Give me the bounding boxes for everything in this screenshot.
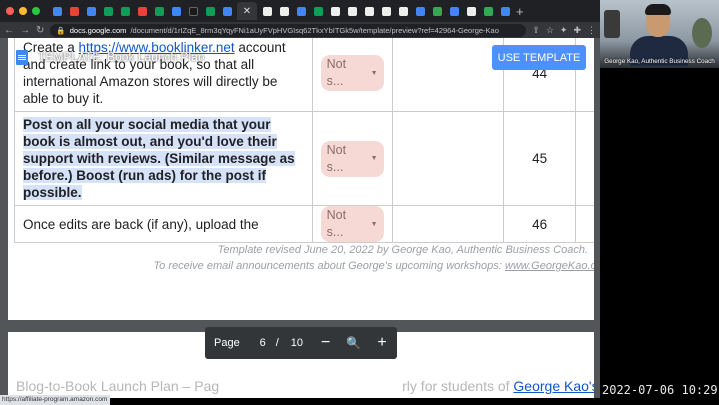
step-number-cell: 46 xyxy=(503,205,577,243)
table-row: Post on all your social media that your … xyxy=(14,111,594,206)
page-navigation-bar: Page 6 / 10 − 🔍 + xyxy=(205,327,397,359)
current-page-input[interactable]: 6 xyxy=(254,337,272,349)
browser-tab[interactable] xyxy=(203,4,217,18)
browser-tab[interactable] xyxy=(311,4,325,18)
browser-tab[interactable] xyxy=(186,4,200,18)
browser-tab[interactable] xyxy=(50,4,64,18)
browser-tab[interactable] xyxy=(152,4,166,18)
browser-tab[interactable] xyxy=(135,4,149,18)
presenter-hair xyxy=(645,4,671,15)
forward-icon[interactable]: → xyxy=(20,25,30,36)
status-dropdown[interactable]: Not s... ▼ xyxy=(320,140,384,177)
active-browser-tab-close-icon[interactable]: ✕ xyxy=(237,2,257,20)
booklinker-link[interactable]: https://www.booklinker.net xyxy=(79,40,235,55)
status-cell: Not s... ▼ xyxy=(311,38,393,112)
tab-list: ✕ xyxy=(50,2,512,20)
close-window-icon[interactable] xyxy=(6,7,14,15)
browser-tab[interactable] xyxy=(362,4,376,18)
subscribe-text: To receive email announcements about Geo… xyxy=(153,260,505,272)
blank-cell xyxy=(391,205,505,243)
browser-tab[interactable] xyxy=(84,4,98,18)
browser-tab[interactable] xyxy=(328,4,342,18)
task-text-highlighted: Post on all your social media that your … xyxy=(23,117,295,200)
webcam-overlay: George Kao, Authentic Business Coach xyxy=(600,0,719,68)
url-path: /document/d/1rIZqE_8rm3qYqyFNi1aUyFVpHVG… xyxy=(130,25,499,35)
back-icon[interactable]: ← xyxy=(4,25,14,36)
browser-tab[interactable] xyxy=(101,4,115,18)
timestamp-clock: 2022-07-06 10:29:46 xyxy=(602,383,719,397)
page-footer-text: Blog-to-Book Launch Plan – Pag rly for st… xyxy=(16,378,594,394)
browser-tab[interactable] xyxy=(220,4,234,18)
window-controls xyxy=(0,7,40,15)
browser-tab[interactable] xyxy=(67,4,81,18)
url-host: docs.google.com xyxy=(69,25,127,35)
browser-tab[interactable] xyxy=(481,4,495,18)
browser-tab[interactable] xyxy=(277,4,291,18)
zoom-in-button[interactable]: + xyxy=(377,334,386,352)
browser-tab[interactable] xyxy=(430,4,444,18)
task-cell: Create a https://www.booklinker.net acco… xyxy=(14,38,313,112)
browser-tab[interactable] xyxy=(447,4,461,18)
blank-cell xyxy=(575,205,594,243)
browser-tab[interactable] xyxy=(498,4,512,18)
template-revised-note: Template revised June 20, 2022 by George… xyxy=(217,244,588,256)
chevron-down-icon: ▼ xyxy=(370,155,378,162)
total-pages: 10 xyxy=(290,337,304,349)
lamp-shape xyxy=(604,10,620,38)
lock-icon: 🔒 xyxy=(56,25,66,35)
browser-tab[interactable] xyxy=(260,4,274,18)
chevron-down-icon: ▼ xyxy=(370,69,378,77)
extension-icon[interactable]: ✦ xyxy=(560,25,568,36)
blank-cell xyxy=(391,111,505,206)
url-field[interactable]: 🔒 docs.google.com/document/d/1rIZqE_8rm3… xyxy=(50,23,527,37)
george-kao-link[interactable]: George Kao's B xyxy=(513,378,594,394)
workshop-subscribe-note: To receive email announcements about Geo… xyxy=(153,260,594,272)
status-label: Not s... xyxy=(326,57,347,88)
maximize-window-icon[interactable] xyxy=(32,7,40,15)
task-text-pre: Create a xyxy=(23,40,79,55)
document-page: Create a https://www.booklinker.net acco… xyxy=(8,38,594,320)
browser-tab[interactable] xyxy=(464,4,478,18)
page-separator: / xyxy=(275,337,279,349)
blank-cell xyxy=(391,38,505,112)
status-dropdown[interactable]: Not s... ▼ xyxy=(320,55,384,91)
browser-tab[interactable] xyxy=(294,4,308,18)
step-number-cell: 45 xyxy=(503,111,577,206)
address-bar-row: ← → ↻ 🔒 docs.google.com/document/d/1rIZq… xyxy=(0,22,600,38)
browser-tab-strip: ✕ + xyxy=(0,0,600,22)
menu-icon[interactable]: ⋮ xyxy=(587,25,596,36)
zoom-out-button[interactable]: − xyxy=(321,334,330,352)
bookmark-star-icon[interactable]: ☆ xyxy=(546,25,554,36)
task-cell: Once edits are back (if any), upload the xyxy=(14,205,313,243)
browser-tab[interactable] xyxy=(118,4,132,18)
page-label: Page xyxy=(214,337,240,349)
status-bar-url: https://affiliate-program.amazon.com xyxy=(0,395,110,405)
status-dropdown[interactable]: Not s... ▼ xyxy=(320,206,384,242)
georgekao-link[interactable]: www.GeorgeKao.c xyxy=(505,260,594,272)
browser-tab[interactable] xyxy=(413,4,427,18)
status-label: Not s... xyxy=(326,208,347,239)
plant-shape xyxy=(692,18,712,48)
use-template-button[interactable]: USE TEMPLATE xyxy=(492,45,586,70)
new-tab-icon[interactable]: + xyxy=(516,4,524,19)
minimize-window-icon[interactable] xyxy=(19,7,27,15)
presenter-name: George Kao, Authentic Business Coach xyxy=(604,58,715,65)
chevron-down-icon: ▼ xyxy=(370,220,378,228)
reload-icon[interactable]: ↻ xyxy=(36,25,44,36)
browser-tab[interactable] xyxy=(379,4,393,18)
browser-tab[interactable] xyxy=(396,4,410,18)
share-icon[interactable]: ⇪ xyxy=(532,25,540,36)
status-cell: Not s... ▼ xyxy=(311,111,393,206)
status-cell: Not s... ▼ xyxy=(311,205,393,243)
extensions-puzzle-icon[interactable]: ✚ xyxy=(573,25,581,36)
status-label: Not s... xyxy=(326,142,347,174)
page-footer-mid: rly for students of xyxy=(402,378,514,394)
page-footer-pre: Blog-to-Book Launch Plan – Pag xyxy=(16,378,220,394)
browser-tab[interactable] xyxy=(345,4,359,18)
task-cell: Post on all your social media that your … xyxy=(14,111,313,206)
browser-tab[interactable] xyxy=(169,4,183,18)
table-row: Once edits are back (if any), upload the… xyxy=(14,205,594,243)
magnifier-icon[interactable]: 🔍 xyxy=(346,336,361,350)
blank-cell xyxy=(575,111,594,206)
